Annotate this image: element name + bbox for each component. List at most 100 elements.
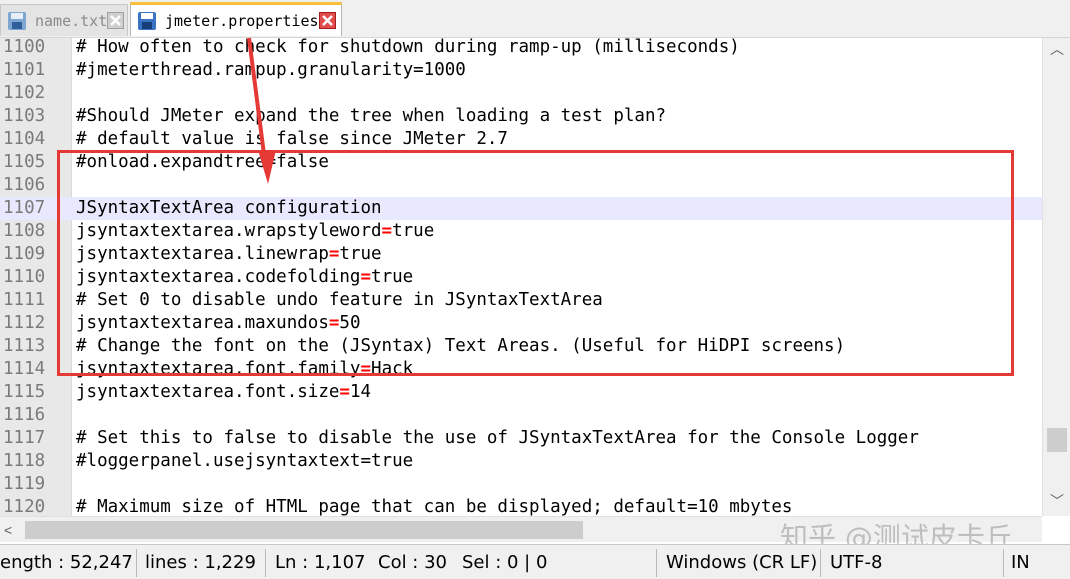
editor-line[interactable]: 1100 # How often to check for shutdown du… bbox=[0, 38, 1042, 59]
line-text: #loggerpanel.usejsyntaxtext=true bbox=[76, 451, 414, 471]
floppy-disk-icon bbox=[138, 11, 156, 30]
line-number: 1105 bbox=[3, 152, 46, 172]
equals-operator: = bbox=[328, 313, 340, 333]
editor-line[interactable]: 1110 jsyntaxtextarea.codefolding=true bbox=[0, 266, 1042, 289]
equals-operator: = bbox=[328, 244, 340, 264]
line-number: 1110 bbox=[3, 267, 46, 287]
line-text: jsyntaxtextarea.font.family=Hack bbox=[76, 358, 413, 381]
horizontal-scrollbar[interactable]: < bbox=[0, 516, 1042, 542]
line-text: #jmeterthread.rampup.granularity=1000 bbox=[76, 60, 466, 80]
line-number: 1102 bbox=[3, 83, 46, 103]
line-number: 1109 bbox=[3, 244, 46, 264]
line-number: 1107 bbox=[3, 198, 46, 218]
close-x-icon[interactable] bbox=[107, 12, 125, 29]
property-value: true bbox=[392, 221, 435, 241]
property-value: true bbox=[339, 244, 382, 264]
editor-line[interactable]: 1114 jsyntaxtextarea.font.family=Hack bbox=[0, 358, 1042, 381]
scroll-thumb[interactable] bbox=[1047, 428, 1067, 452]
line-number: 1112 bbox=[3, 313, 46, 333]
line-number: 1113 bbox=[3, 336, 46, 356]
line-number: 1101 bbox=[3, 60, 46, 80]
equals-operator: = bbox=[360, 359, 372, 379]
line-text: # Set this to false to disable the use o… bbox=[76, 428, 919, 448]
close-x-icon[interactable] bbox=[318, 12, 336, 29]
line-number: 1108 bbox=[3, 221, 46, 241]
scroll-thumb[interactable] bbox=[25, 521, 583, 539]
tab-jmeter-properties[interactable]: jmeter.properties bbox=[130, 2, 342, 36]
editor-line[interactable]: 1120 # Maximum size of HTML page that can… bbox=[0, 496, 1042, 516]
equals-operator: = bbox=[339, 382, 350, 402]
editor-line[interactable]: 1113 # Change the font on the (JSyntax) T… bbox=[0, 335, 1042, 358]
status-column: Col : 30 bbox=[378, 552, 447, 573]
line-number: 1111 bbox=[3, 290, 46, 310]
down-arrow-icon[interactable]: ﹀ bbox=[1043, 490, 1070, 512]
line-number: 1116 bbox=[3, 405, 46, 425]
line-text: jsyntaxtextarea.linewrap=true bbox=[76, 243, 382, 266]
status-lines: lines : 1,229 bbox=[145, 552, 256, 573]
editor-line[interactable]: 1111 # Set 0 to disable undo feature in J… bbox=[0, 289, 1042, 312]
line-text: jsyntaxtextarea.maxundos=50 bbox=[76, 312, 361, 335]
left-arrow-icon[interactable]: < bbox=[4, 519, 24, 541]
status-length: ength : 52,247 bbox=[0, 552, 133, 573]
editor-line[interactable]: 1104 # default value is false since JMete… bbox=[0, 128, 1042, 151]
tab-label: name.txt bbox=[35, 11, 108, 30]
editor-line[interactable]: 1101 #jmeterthread.rampup.granularity=100… bbox=[0, 59, 1042, 82]
line-number: 1104 bbox=[3, 129, 46, 149]
property-value: true bbox=[371, 267, 414, 287]
equals-operator: = bbox=[381, 221, 393, 241]
line-number: 1120 bbox=[3, 497, 46, 516]
line-text: #onload.expandtree=false bbox=[76, 152, 329, 172]
line-text: jsyntaxtextarea.font.size=14 bbox=[76, 381, 371, 404]
status-eol[interactable]: Windows (CR LF) bbox=[658, 545, 817, 579]
status-line-number: Ln : 1,107 bbox=[275, 552, 366, 573]
editor-line[interactable]: 1108 jsyntaxtextarea.wrapstyleword=true bbox=[0, 220, 1042, 243]
line-number: 1117 bbox=[3, 428, 46, 448]
tab-label: jmeter.properties bbox=[165, 11, 319, 30]
text-editor[interactable]: 1100 # How often to check for shutdown du… bbox=[0, 38, 1042, 516]
editor-line[interactable]: 1118 #loggerpanel.usejsyntaxtext=true bbox=[0, 450, 1042, 473]
up-arrow-icon[interactable]: ︿ bbox=[1043, 38, 1070, 60]
line-text: jsyntaxtextarea.codefolding=true bbox=[76, 266, 413, 289]
tab-bar: name.txt jmeter.properties bbox=[0, 0, 1070, 38]
line-number: 1106 bbox=[3, 175, 46, 195]
equals-operator: = bbox=[360, 267, 372, 287]
property-key: jsyntaxtextarea.maxundos bbox=[76, 313, 329, 333]
editor-line[interactable]: 1102 bbox=[0, 82, 1042, 105]
line-number: 1100 bbox=[3, 38, 46, 57]
editor-line[interactable]: 1109 jsyntaxtextarea.linewrap=true bbox=[0, 243, 1042, 266]
status-bar: ength : 52,247 lines : 1,229 Ln : 1,107 … bbox=[0, 544, 1070, 579]
line-text: # How often to check for shutdown during… bbox=[76, 38, 740, 57]
property-key: jsyntaxtextarea.linewrap bbox=[76, 244, 329, 264]
editor-line[interactable]: 1107 JSyntaxTextArea configuration bbox=[0, 197, 1042, 220]
editor-line[interactable]: 1105 #onload.expandtree=false bbox=[0, 151, 1042, 174]
status-encoding[interactable]: UTF-8 bbox=[822, 545, 882, 579]
property-value: 14 bbox=[349, 382, 372, 402]
line-number: 1103 bbox=[3, 106, 46, 126]
line-text: #Should JMeter expand the tree when load… bbox=[76, 106, 667, 126]
line-text: jsyntaxtextarea.wrapstyleword=true bbox=[76, 220, 434, 243]
line-number: 1118 bbox=[3, 451, 46, 471]
editor-line[interactable]: 1119 bbox=[0, 473, 1042, 496]
editor-line[interactable]: 1115 jsyntaxtextarea.font.size=14 bbox=[0, 381, 1042, 404]
line-text: JSyntaxTextArea configuration bbox=[76, 198, 382, 218]
property-key: jsyntaxtextarea.font.size bbox=[76, 382, 340, 402]
editor-line[interactable]: 1117 # Set this to false to disable the u… bbox=[0, 427, 1042, 450]
line-text: # Change the font on the (JSyntax) Text … bbox=[76, 336, 846, 356]
tab-name-txt[interactable]: name.txt bbox=[0, 4, 128, 36]
editor-line[interactable]: 1103 #Should JMeter expand the tree when … bbox=[0, 105, 1042, 128]
property-key: jsyntaxtextarea.font.family bbox=[76, 359, 361, 379]
property-key: jsyntaxtextarea.wrapstyleword bbox=[76, 221, 382, 241]
line-number: 1114 bbox=[3, 359, 46, 379]
status-insert-mode[interactable]: IN bbox=[1003, 545, 1030, 579]
property-value: Hack bbox=[371, 359, 414, 379]
status-selection: Sel : 0 | 0 bbox=[462, 552, 548, 573]
editor-line[interactable]: 1106 bbox=[0, 174, 1042, 197]
line-text: # Maximum size of HTML page that can be … bbox=[76, 497, 793, 516]
editor-line[interactable]: 1116 bbox=[0, 404, 1042, 427]
editor-line[interactable]: 1112 jsyntaxtextarea.maxundos=50 bbox=[0, 312, 1042, 335]
floppy-disk-icon bbox=[8, 11, 26, 30]
property-key: jsyntaxtextarea.codefolding bbox=[76, 267, 361, 287]
vertical-scrollbar[interactable]: ︿ ﹀ bbox=[1042, 38, 1070, 516]
line-text: # default value is false since JMeter 2.… bbox=[76, 129, 508, 149]
property-value: 50 bbox=[339, 313, 361, 333]
